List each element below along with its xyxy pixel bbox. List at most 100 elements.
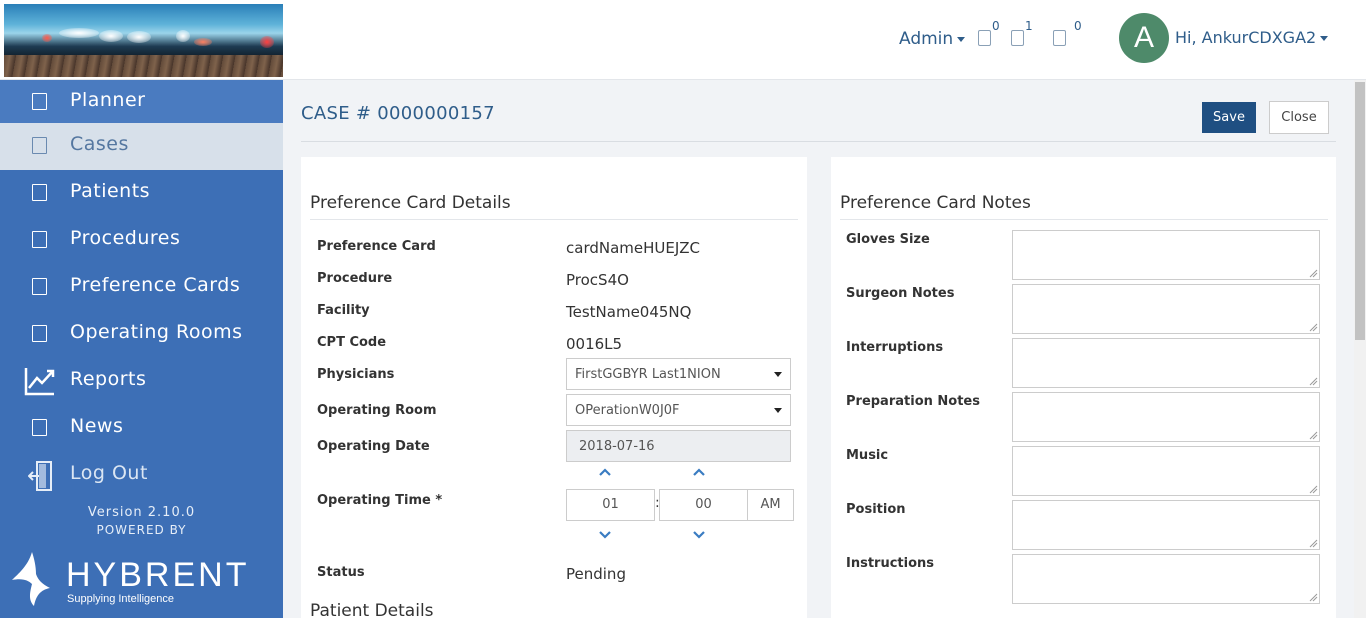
save-button[interactable]: Save <box>1202 102 1256 133</box>
minute-input[interactable]: 00 <box>659 489 748 521</box>
chevron-down-icon <box>774 372 782 377</box>
resize-grip-icon[interactable] <box>1309 269 1318 278</box>
operating-time-label: Operating Time * <box>317 493 443 508</box>
status-value: Pending <box>566 565 626 583</box>
message-icon[interactable] <box>1011 30 1024 46</box>
notification-count: 0 <box>992 19 1000 33</box>
gloves-size-label: Gloves Size <box>846 232 930 247</box>
sidebar-item-planner[interactable]: Planner <box>0 80 283 127</box>
chevron-down-icon <box>957 36 966 42</box>
resize-grip-icon[interactable] <box>1309 539 1318 548</box>
sidebar-item-label: Cases <box>70 133 129 155</box>
preference-card-value: cardNameHUEJZC <box>566 239 701 257</box>
minute-decrement-chevron-down-icon[interactable] <box>693 529 705 541</box>
task-count: 0 <box>1074 19 1082 33</box>
square-icon <box>32 137 47 154</box>
operating-room-label: Operating Room <box>317 403 437 418</box>
preparation-notes-label: Preparation Notes <box>846 394 980 409</box>
version-text: Version 2.10.0 <box>87 505 196 520</box>
hour-decrement-chevron-down-icon[interactable] <box>599 529 611 541</box>
sidebar-item-cases[interactable]: Cases <box>0 123 283 170</box>
preference-card-notes-panel: Preference Card Notes Gloves Size Surgeo… <box>831 157 1336 618</box>
sidebar-item-operating-rooms[interactable]: Operating Rooms <box>0 311 283 358</box>
sidebar-item-logout[interactable]: Log Out <box>0 452 283 499</box>
close-button[interactable]: Close <box>1269 101 1329 134</box>
preparation-notes-textarea[interactable] <box>1012 392 1320 442</box>
notification-icon[interactable] <box>978 30 991 46</box>
hybrent-bird-logo-icon <box>12 552 50 606</box>
sidebar-item-label: Patients <box>70 180 151 202</box>
physicians-selected-value: FirstGGBYR Last1NION <box>575 367 721 382</box>
scrollbar-thumb[interactable] <box>1355 82 1365 340</box>
app-logo-image[interactable] <box>4 4 283 77</box>
physicians-select[interactable]: FirstGGBYR Last1NION <box>566 358 791 390</box>
meridian-toggle-button[interactable]: AM <box>747 489 794 521</box>
interruptions-label: Interruptions <box>846 340 944 355</box>
sidebar-item-label: Log Out <box>70 462 148 484</box>
preference-card-details-panel: Preference Card Details Preference Card … <box>301 157 807 618</box>
instructions-textarea[interactable] <box>1012 554 1320 604</box>
logout-door-icon <box>28 461 52 491</box>
sidebar-item-label: Planner <box>70 89 146 111</box>
user-menu[interactable]: Hi, AnkurCDXGA2 <box>1175 28 1329 47</box>
music-label: Music <box>846 448 889 463</box>
section-divider <box>840 219 1328 220</box>
sidebar-item-procedures[interactable]: Procedures <box>0 217 283 264</box>
procedure-label: Procedure <box>317 271 393 286</box>
operating-room-selected-value: OPerationW0J0F <box>575 403 680 418</box>
position-label: Position <box>846 502 906 517</box>
facility-value: TestName045NQ <box>566 303 692 321</box>
minute-increment-chevron-up-icon[interactable] <box>693 466 705 478</box>
chevron-down-icon <box>1320 36 1329 41</box>
surgeon-notes-textarea[interactable] <box>1012 284 1320 334</box>
music-textarea[interactable] <box>1012 446 1320 496</box>
resize-grip-icon[interactable] <box>1309 593 1318 602</box>
operating-date-field[interactable]: 2018-07-16 <box>566 430 791 462</box>
message-count: 1 <box>1025 19 1033 33</box>
position-textarea[interactable] <box>1012 500 1320 550</box>
interruptions-textarea[interactable] <box>1012 338 1320 388</box>
resize-grip-icon[interactable] <box>1309 377 1318 386</box>
preference-card-label: Preference Card <box>317 239 436 254</box>
sidebar-item-news[interactable]: News <box>0 405 283 452</box>
physicians-label: Physicians <box>317 367 395 382</box>
cpt-code-label: CPT Code <box>317 335 387 350</box>
gloves-size-textarea[interactable] <box>1012 230 1320 280</box>
sidebar-item-label: Preference Cards <box>70 274 241 296</box>
task-icon[interactable] <box>1053 30 1066 46</box>
logo-wood-board <box>4 55 283 77</box>
sidebar-item-label: Procedures <box>70 227 181 249</box>
sidebar-item-label: Operating Rooms <box>70 321 243 343</box>
cpt-code-value: 0016L5 <box>566 335 623 353</box>
resize-grip-icon[interactable] <box>1309 323 1318 332</box>
sidebar-item-reports[interactable]: Reports <box>0 358 283 405</box>
brand-name: HYBRENT <box>66 556 250 594</box>
sidebar-item-patients[interactable]: Patients <box>0 170 283 217</box>
admin-label: Admin <box>899 29 954 49</box>
square-icon <box>32 231 47 248</box>
section-heading: Preference Card Notes <box>840 193 1031 213</box>
operating-room-select[interactable]: OPerationW0J0F <box>566 394 791 426</box>
hour-input[interactable]: 01 <box>566 489 655 521</box>
title-divider <box>301 141 1336 142</box>
resize-grip-icon[interactable] <box>1309 485 1318 494</box>
patient-details-heading: Patient Details <box>310 601 434 618</box>
section-heading: Preference Card Details <box>310 193 511 213</box>
powered-by-text: POWERED BY <box>96 523 187 537</box>
avatar[interactable]: A <box>1119 13 1169 63</box>
instructions-label: Instructions <box>846 556 935 571</box>
resize-grip-icon[interactable] <box>1309 431 1318 440</box>
sidebar-item-label: News <box>70 415 124 437</box>
section-divider <box>310 219 798 220</box>
operating-date-label: Operating Date <box>317 439 430 454</box>
hour-increment-chevron-up-icon[interactable] <box>599 466 611 478</box>
sidebar-item-preference-cards[interactable]: Preference Cards <box>0 264 283 311</box>
procedure-value: ProcS4O <box>566 271 629 289</box>
square-icon <box>32 184 47 201</box>
page-title: CASE # 0000000157 <box>301 103 495 124</box>
facility-label: Facility <box>317 303 370 318</box>
chevron-down-icon <box>774 408 782 413</box>
admin-menu[interactable]: Admin <box>899 29 966 49</box>
square-icon <box>32 419 47 436</box>
square-icon <box>32 278 47 295</box>
